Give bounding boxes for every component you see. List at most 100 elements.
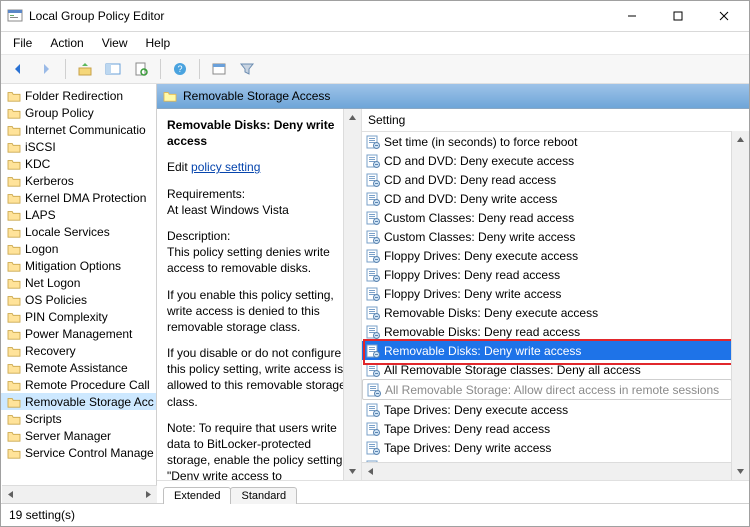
- tree-item[interactable]: Server Manager: [1, 427, 156, 444]
- list-row[interactable]: Custom Classes: Deny write access: [362, 227, 732, 246]
- list-row-label: CD and DVD: Deny write access: [384, 192, 557, 206]
- description-label: Description:: [167, 229, 230, 243]
- scroll-up-icon[interactable]: [344, 109, 361, 126]
- tree-item-label: Service Control Manage: [25, 446, 154, 460]
- policy-title: Removable Disks: Deny write access: [167, 117, 351, 149]
- tree-item[interactable]: Mitigation Options: [1, 257, 156, 274]
- list-row-label: Floppy Drives: Deny read access: [384, 268, 560, 282]
- list-row-label: Removable Disks: Deny write access: [384, 344, 581, 358]
- list-row[interactable]: All Removable Storage classes: Deny all …: [362, 360, 732, 379]
- refresh-button[interactable]: [128, 56, 154, 82]
- minimize-button[interactable]: [609, 1, 655, 31]
- tree-item-label: Folder Redirection: [25, 89, 123, 103]
- list-row-label: CD and DVD: Deny execute access: [384, 154, 574, 168]
- help-button[interactable]: ?: [167, 56, 193, 82]
- list-hscrollbar[interactable]: [362, 462, 749, 480]
- tree-item[interactable]: Kerberos: [1, 172, 156, 189]
- tree-item[interactable]: LAPS: [1, 206, 156, 223]
- list-row[interactable]: Floppy Drives: Deny execute access: [362, 246, 732, 265]
- column-header-setting[interactable]: Setting: [362, 109, 749, 132]
- scroll-right-icon[interactable]: [140, 486, 157, 503]
- tree-item[interactable]: Group Policy: [1, 104, 156, 121]
- tree-item[interactable]: iSCSI: [1, 138, 156, 155]
- up-button[interactable]: [72, 56, 98, 82]
- tree-item[interactable]: Logon: [1, 240, 156, 257]
- tree-item[interactable]: Internet Communicatio: [1, 121, 156, 138]
- titlebar: Local Group Policy Editor: [1, 1, 749, 32]
- tree-item[interactable]: Remote Procedure Call: [1, 376, 156, 393]
- tree-item-label: Removable Storage Acc: [25, 395, 154, 409]
- tree-item[interactable]: Kernel DMA Protection: [1, 189, 156, 206]
- scroll-down-icon[interactable]: [344, 463, 361, 480]
- list-row[interactable]: WPD Devices: Deny read access: [362, 457, 732, 462]
- breadcrumb-label: Removable Storage Access: [183, 89, 330, 103]
- list-row[interactable]: Removable Disks: Deny write access: [362, 341, 732, 360]
- list-row-label: Removable Disks: Deny execute access: [384, 306, 598, 320]
- forward-button[interactable]: [33, 56, 59, 82]
- filter-button[interactable]: [234, 56, 260, 82]
- toolbar-separator: [65, 59, 66, 79]
- tree-item-label: Mitigation Options: [25, 259, 121, 273]
- list-scrollbar[interactable]: [731, 131, 749, 480]
- list-row[interactable]: Floppy Drives: Deny write access: [362, 284, 732, 303]
- list-row[interactable]: Custom Classes: Deny read access: [362, 208, 732, 227]
- tree-item[interactable]: Scripts: [1, 410, 156, 427]
- tree-item-label: OS Policies: [25, 293, 87, 307]
- tree-item-label: Kerberos: [25, 174, 74, 188]
- tree-item-label: Power Management: [25, 327, 132, 341]
- scroll-down-icon[interactable]: [732, 463, 749, 480]
- maximize-button[interactable]: [655, 1, 701, 31]
- list-row[interactable]: Tape Drives: Deny read access: [362, 419, 732, 438]
- list-row[interactable]: Removable Disks: Deny execute access: [362, 303, 732, 322]
- app-icon: [7, 8, 23, 24]
- tree-item[interactable]: Recovery: [1, 342, 156, 359]
- tree-hscrollbar[interactable]: [2, 485, 157, 503]
- menu-view[interactable]: View: [94, 34, 136, 52]
- info-scrollbar[interactable]: [343, 109, 361, 480]
- tree-item[interactable]: OS Policies: [1, 291, 156, 308]
- properties-button[interactable]: [206, 56, 232, 82]
- list-row-label: Set time (in seconds) to force reboot: [384, 135, 577, 149]
- list-row[interactable]: CD and DVD: Deny write access: [362, 189, 732, 208]
- edit-policy-link[interactable]: policy setting: [191, 160, 260, 174]
- show-hide-tree-button[interactable]: [100, 56, 126, 82]
- tree-item[interactable]: Service Control Manage: [1, 444, 156, 461]
- back-button[interactable]: [5, 56, 31, 82]
- tree-item[interactable]: Remote Assistance: [1, 359, 156, 376]
- list-row[interactable]: Floppy Drives: Deny read access: [362, 265, 732, 284]
- scroll-up-icon[interactable]: [732, 131, 749, 148]
- view-tabs: Extended Standard: [157, 480, 749, 503]
- menu-action[interactable]: Action: [42, 34, 91, 52]
- settings-list[interactable]: Set time (in seconds) to force reboot CD …: [362, 132, 749, 462]
- tree-item-label: Internet Communicatio: [25, 123, 146, 137]
- tab-standard[interactable]: Standard: [230, 487, 297, 504]
- menu-file[interactable]: File: [5, 34, 40, 52]
- scroll-left-icon[interactable]: [362, 463, 379, 480]
- menu-help[interactable]: Help: [138, 34, 179, 52]
- tree-item[interactable]: Removable Storage Acc: [1, 393, 156, 410]
- list-row[interactable]: CD and DVD: Deny execute access: [362, 151, 732, 170]
- list-row[interactable]: All Removable Storage: Allow direct acce…: [362, 379, 732, 400]
- list-row[interactable]: Tape Drives: Deny write access: [362, 438, 732, 457]
- tab-extended[interactable]: Extended: [163, 487, 231, 504]
- close-button[interactable]: [701, 1, 747, 31]
- tree-item-label: Kernel DMA Protection: [25, 191, 146, 205]
- list-row[interactable]: Set time (in seconds) to force reboot: [362, 132, 732, 151]
- tree-item[interactable]: PIN Complexity: [1, 308, 156, 325]
- nav-tree[interactable]: Folder RedirectionGroup Policy Internet C…: [1, 84, 157, 503]
- tree-item[interactable]: Net Logon: [1, 274, 156, 291]
- list-row[interactable]: CD and DVD: Deny read access: [362, 170, 732, 189]
- list-row-label: CD and DVD: Deny read access: [384, 173, 556, 187]
- tree-item-label: Locale Services: [25, 225, 110, 239]
- tree-item[interactable]: KDC: [1, 155, 156, 172]
- list-row[interactable]: Removable Disks: Deny read access: [362, 322, 732, 341]
- info-pane: Removable Disks: Deny write access Edit …: [157, 109, 362, 480]
- list-row[interactable]: Tape Drives: Deny execute access: [362, 400, 732, 419]
- toolbar-separator: [199, 59, 200, 79]
- tree-item[interactable]: Power Management: [1, 325, 156, 342]
- tree-item-label: iSCSI: [25, 140, 56, 154]
- tree-item-label: Server Manager: [25, 429, 111, 443]
- scroll-left-icon[interactable]: [2, 486, 19, 503]
- tree-item[interactable]: Folder Redirection: [1, 87, 156, 104]
- tree-item[interactable]: Locale Services: [1, 223, 156, 240]
